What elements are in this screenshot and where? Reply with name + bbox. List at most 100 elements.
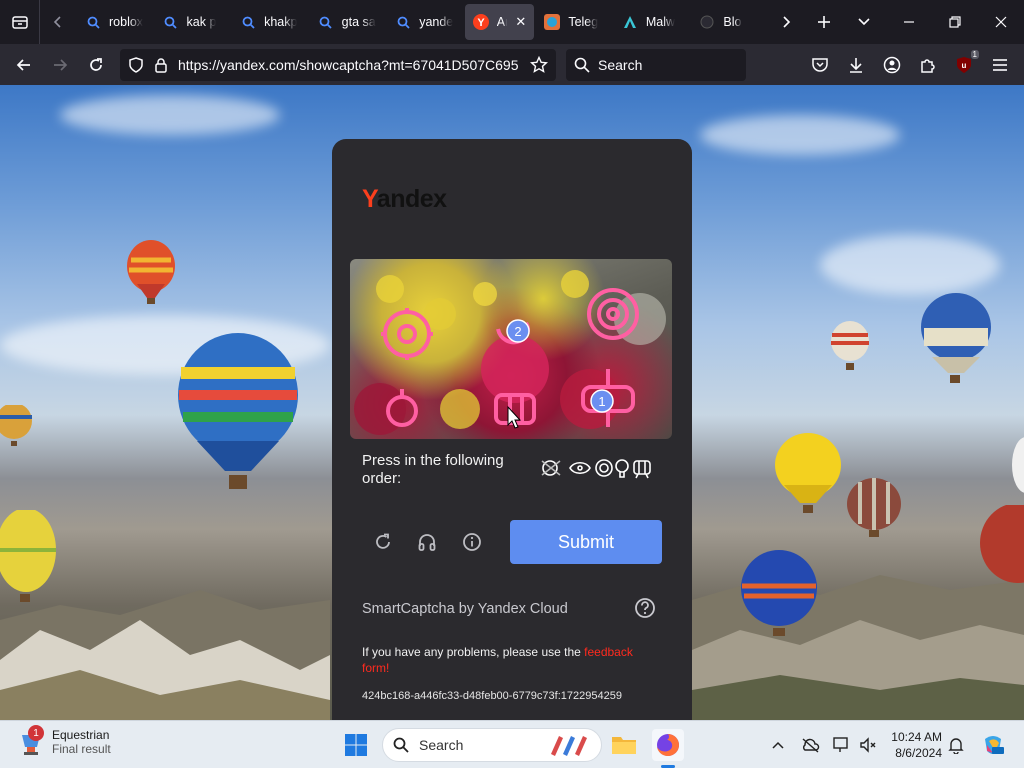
tab-label: Malw (645, 15, 676, 29)
tab[interactable]: kak p (155, 4, 231, 40)
widget-subtitle: Final result (52, 742, 111, 756)
tab[interactable]: Blo (691, 4, 767, 40)
taskbar-search-box[interactable]: Search (382, 728, 602, 762)
volume-tray-icon[interactable] (856, 733, 880, 757)
new-tab-button[interactable] (804, 0, 844, 44)
list-all-tabs-button[interactable] (844, 0, 884, 44)
submit-button[interactable]: Submit (510, 520, 662, 564)
search-bar[interactable]: Search (566, 48, 746, 81)
reload-icon (90, 57, 102, 71)
hot-air-balloon (127, 240, 175, 304)
bookmark-star-icon[interactable] (530, 55, 548, 74)
tab[interactable]: yande (387, 4, 463, 40)
search-icon (395, 14, 411, 30)
tab-strip: roblox kak p khakp gta sa yande Y An ✕ Tel… (0, 0, 1024, 44)
blog-icon (699, 14, 715, 30)
tab[interactable]: Malw (614, 4, 690, 40)
refresh-captcha-button[interactable] (370, 529, 396, 555)
headphones-icon (418, 534, 436, 551)
close-tab-icon[interactable]: ✕ (515, 14, 526, 30)
forward-button[interactable] (42, 49, 78, 81)
back-button[interactable] (6, 49, 42, 81)
tab-active[interactable]: Y An ✕ (464, 4, 535, 40)
svg-text:2: 2 (514, 324, 521, 339)
pocket-button[interactable] (802, 49, 838, 81)
close-window-button[interactable] (978, 0, 1024, 44)
ublock-extension-button[interactable]: u1 (946, 49, 982, 81)
cloud (820, 235, 1000, 295)
news-widget[interactable]: 1 Equestrian Final result (18, 725, 111, 757)
lock-icon[interactable] (154, 57, 168, 73)
help-question-icon[interactable] (634, 597, 656, 619)
file-explorer-button[interactable] (608, 729, 640, 761)
tab-overview-button[interactable] (0, 0, 40, 44)
malwarebytes-icon (622, 14, 638, 30)
reload-button[interactable] (78, 49, 114, 81)
scroll-tabs-right-button[interactable] (768, 0, 804, 44)
tab-list: roblox kak p khakp gta sa yande Y An ✕ Tel… (76, 0, 768, 44)
extensions-button[interactable] (910, 49, 946, 81)
svg-text:u: u (962, 61, 967, 70)
search-highlight-icon (551, 736, 587, 756)
page-content: Yandex 2 1 Press in the following order:… (0, 85, 1024, 720)
svg-text:Y: Y (477, 17, 485, 29)
clock-time: 10:24 AM (891, 730, 942, 744)
show-hidden-icons-button[interactable] (766, 733, 790, 757)
tab-label: khakp (264, 15, 298, 29)
url-text[interactable]: https://yandex.com/showcaptcha?mt=67041D… (178, 57, 520, 73)
plus-icon (818, 16, 830, 28)
tab[interactable]: khakp (232, 4, 308, 40)
minimize-button[interactable] (886, 0, 932, 44)
copilot-button[interactable] (980, 733, 1006, 757)
tab-label: An (496, 15, 508, 29)
hot-air-balloon (831, 321, 869, 370)
chevron-left-icon (53, 16, 61, 28)
arrow-left-icon (16, 58, 30, 71)
address-bar[interactable]: https://yandex.com/showcaptcha?mt=67041D… (120, 48, 556, 81)
search-icon (393, 737, 409, 753)
chevron-down-icon (858, 18, 870, 26)
telegram-icon (544, 14, 561, 30)
cloud (60, 95, 280, 135)
chevron-right-icon (783, 16, 791, 28)
restore-icon (949, 16, 961, 28)
account-button[interactable] (874, 49, 910, 81)
hot-air-balloon (1012, 437, 1024, 493)
network-tray-icon[interactable] (830, 733, 854, 757)
restore-button[interactable] (932, 0, 978, 44)
captcha-image[interactable]: 2 1 (350, 259, 672, 439)
tracking-protection-shield-icon[interactable] (128, 56, 144, 73)
tab[interactable]: roblox (77, 4, 153, 40)
downloads-button[interactable] (838, 49, 874, 81)
widget-icon: 1 (18, 725, 44, 757)
arrow-right-icon (54, 58, 68, 71)
info-button[interactable] (459, 529, 485, 555)
start-button[interactable] (340, 729, 372, 761)
notification-count-badge: 1 (28, 725, 44, 741)
captcha-overlay: 2 1 (354, 270, 666, 435)
click-marker-2[interactable]: 2 (506, 319, 530, 343)
click-marker-1[interactable]: 1 (590, 389, 614, 413)
audio-captcha-button[interactable] (414, 529, 440, 555)
system-clock[interactable]: 10:24 AM 8/6/2024 (880, 729, 942, 761)
tab[interactable]: Teleg (536, 4, 612, 40)
copilot-icon (985, 736, 1004, 754)
windows-logo-icon (345, 734, 367, 756)
firefox-taskbar-button[interactable] (652, 729, 684, 761)
info-icon (463, 533, 481, 551)
hot-air-balloon (847, 478, 901, 537)
tab-label: Teleg (568, 15, 599, 29)
minimize-icon (904, 21, 914, 23)
onedrive-tray-icon[interactable] (798, 733, 822, 757)
bell-icon (948, 738, 964, 754)
tab-label: roblox (109, 15, 144, 29)
app-menu-button[interactable] (982, 49, 1018, 81)
hot-air-balloon (741, 550, 817, 636)
tab[interactable]: gta sa (310, 4, 386, 40)
captcha-order-hint-icons (541, 459, 651, 479)
scroll-tabs-left-button[interactable] (40, 0, 76, 44)
problems-notice: If you have any problems, please use the… (362, 645, 633, 675)
cloud (700, 115, 900, 155)
hot-air-balloon (0, 510, 56, 602)
notifications-button[interactable] (944, 733, 968, 757)
